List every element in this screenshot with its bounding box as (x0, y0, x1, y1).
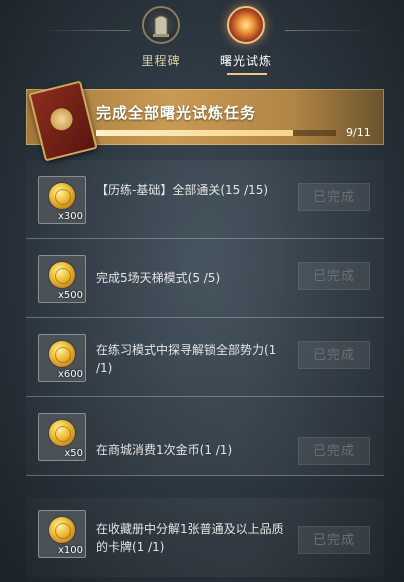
task-row: x50 在商城消费1次金币(1 /1) 已完成 (26, 397, 384, 476)
tab-divider-right (285, 30, 375, 31)
completed-button[interactable]: 已完成 (298, 437, 370, 465)
tab-dawn-trial[interactable]: 曙光试炼 (216, 6, 276, 69)
tab-divider-left (40, 30, 130, 31)
dawn-trial-orb-icon (227, 6, 265, 44)
reward-slot[interactable]: x300 (38, 176, 86, 224)
completed-button[interactable]: 已完成 (298, 183, 370, 211)
tab-dawn-trial-label: 曙光试炼 (219, 54, 272, 68)
tab-milestone-label: 里程碑 (141, 54, 181, 68)
task-description: 完成5场天梯模式(5 /5) (96, 271, 221, 285)
task-row: x100 在收藏册中分解1张普通及以上品质的卡牌(1 /1) 已完成 (26, 498, 384, 577)
gold-coin-icon (49, 183, 75, 209)
tab-milestone[interactable]: 里程碑 (131, 6, 191, 69)
active-tab-indicator (227, 73, 267, 75)
banner-progress-fill (96, 130, 293, 136)
reward-quantity: x500 (57, 290, 83, 301)
gold-coin-icon (49, 262, 75, 288)
gold-coin-icon (49, 517, 75, 543)
reward-quantity: x600 (57, 369, 83, 380)
milestone-tablet-icon (142, 6, 180, 44)
banner-title: 完成全部曙光试炼任务 (96, 104, 257, 122)
task-row: x600 在练习模式中探寻解锁全部势力(1 /1) 已完成 (26, 318, 384, 397)
task-description: 在商城消费1次金币(1 /1) (96, 443, 233, 457)
completed-button[interactable]: 已完成 (298, 262, 370, 290)
task-description: 在练习模式中探寻解锁全部势力(1 /1) (96, 343, 277, 375)
banner-progress-bar (96, 130, 336, 136)
tab-bar: 里程碑 曙光试炼 (0, 0, 404, 80)
reward-quantity: x300 (57, 211, 83, 222)
task-description: 【历练-基础】全部通关(15 /15) (96, 183, 269, 197)
gold-coin-icon (49, 341, 75, 367)
reward-slot[interactable]: x600 (38, 334, 86, 382)
task-description: 在收藏册中分解1张普通及以上品质的卡牌(1 /1) (96, 522, 284, 554)
completed-button[interactable]: 已完成 (298, 341, 370, 369)
reward-slot[interactable]: x500 (38, 255, 86, 303)
banner-progress-count: 9/11 (346, 126, 371, 139)
gold-coin-icon (49, 420, 75, 446)
reward-slot[interactable]: x50 (38, 413, 86, 461)
reward-slot[interactable]: x100 (38, 510, 86, 558)
reward-quantity: x100 (57, 545, 83, 556)
completed-button[interactable]: 已完成 (298, 526, 370, 554)
reward-quantity: x50 (64, 448, 83, 459)
task-row: x300 【历练-基础】全部通关(15 /15) 已完成 (26, 160, 384, 239)
task-row: x500 完成5场天梯模式(5 /5) 已完成 (26, 239, 384, 318)
